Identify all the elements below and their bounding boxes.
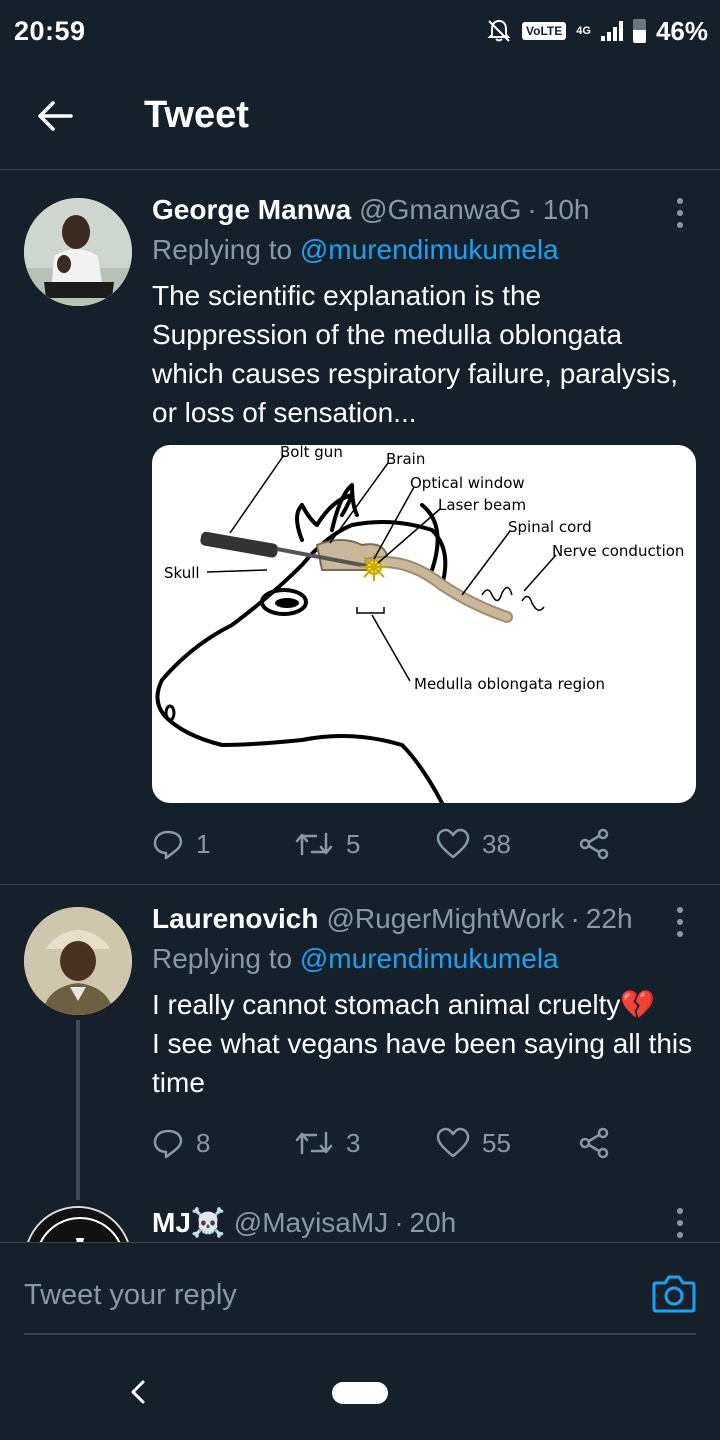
network-label: 4G (576, 25, 591, 37)
nav-back-icon (131, 1380, 145, 1404)
reply-input-underline (24, 1333, 696, 1335)
tweet-body: George Manwa @GmanwaG · 10h Replying to … (152, 194, 696, 432)
tweet-text-line: I see what vegans have been saying all t… (152, 1028, 693, 1098)
avatar[interactable] (24, 1206, 132, 1242)
tweet-body: MJ☠️ @MayisaMJ · 20h (152, 1206, 696, 1239)
reply-button[interactable]: 1 (152, 828, 294, 860)
back-button[interactable] (0, 62, 110, 170)
share-button[interactable] (578, 1127, 610, 1159)
separator: · (570, 903, 580, 934)
tweet-header: Laurenovich @RugerMightWork · 22h (152, 903, 696, 935)
author-name[interactable]: Laurenovich (152, 903, 318, 935)
replying-prefix: Replying to (152, 943, 293, 974)
replying-prefix: Replying to (152, 234, 293, 265)
tweet-header: MJ☠️ @MayisaMJ · 20h (152, 1206, 696, 1239)
avatar[interactable] (24, 907, 132, 1015)
tweet-text: The scientific explanation is the Suppre… (152, 280, 678, 428)
author-handle[interactable]: @RugerMightWork (326, 903, 564, 935)
avatar-photo (24, 198, 132, 306)
nav-home-pill[interactable] (332, 1382, 388, 1404)
like-button[interactable]: 38 (436, 828, 578, 860)
diagram-illustration: Bolt gun Brain Optical window Laser beam… (155, 445, 684, 803)
author-name[interactable]: MJ☠️ (152, 1206, 226, 1239)
like-count: 38 (482, 828, 511, 859)
tweet-actions: 1 5 38 (152, 824, 632, 864)
like-count: 55 (482, 1127, 511, 1158)
retweet-count: 5 (346, 828, 361, 859)
camera-icon (652, 1275, 696, 1313)
volte-badge: VoLTE (522, 22, 567, 40)
share-icon (579, 1127, 609, 1159)
author-handle[interactable]: @GmanwaG (359, 194, 521, 226)
reply-input[interactable]: Tweet your reply (24, 1279, 237, 1312)
label-medulla: Medulla oblongata region (414, 675, 605, 693)
camera-button[interactable] (652, 1273, 696, 1318)
top-app-bar: Tweet (0, 62, 720, 170)
like-button[interactable]: 55 (436, 1127, 578, 1159)
label-skull: Skull (164, 564, 200, 582)
tweet-time: 22h (585, 903, 633, 934)
tweet-time: 20h (409, 1207, 457, 1238)
mention-link[interactable]: @murendimukumela (300, 943, 559, 974)
retweet-count: 3 (346, 1127, 361, 1158)
mute-bell-icon (487, 19, 511, 42)
network-type: 4G (576, 25, 591, 37)
separator: · (394, 1207, 404, 1238)
label-bolt-gun: Bolt gun (280, 445, 343, 461)
retweet-icon (295, 832, 333, 856)
status-icons: VoLTE 4G 46% (486, 16, 708, 47)
mention-link[interactable]: @murendimukumela (300, 234, 559, 265)
separator: · (527, 194, 537, 225)
retweet-icon (295, 1131, 333, 1155)
replying-to: Replying to @murendimukumela (152, 234, 696, 266)
retweet-button[interactable]: 3 (294, 1127, 436, 1159)
replying-to: Replying to @murendimukumela (152, 943, 696, 975)
tweet-media-image[interactable]: Bolt gun Brain Optical window Laser beam… (152, 445, 696, 803)
tweet-actions: 8 3 55 (152, 1123, 632, 1163)
reply-button[interactable]: 8 (152, 1127, 294, 1159)
reply-icon (153, 830, 183, 860)
author-name[interactable]: George Manwa (152, 194, 351, 226)
label-spinal-cord: Spinal cord (508, 518, 592, 536)
reply-icon (153, 1129, 183, 1159)
label-nerve-conduction: Nerve conduction (552, 542, 684, 560)
tweet-time: 10h (542, 194, 590, 225)
page-title: Tweet (144, 94, 249, 136)
label-laser-beam: Laser beam (438, 496, 526, 514)
reply-composer: Tweet your reply (0, 1242, 720, 1352)
avatar[interactable] (24, 198, 132, 306)
back-arrow-icon (38, 100, 73, 131)
system-nav-bar (0, 1352, 720, 1440)
reply-count: 1 (196, 828, 211, 859)
tweet-header: George Manwa @GmanwaG · 10h (152, 194, 696, 226)
tweet-body: Laurenovich @RugerMightWork · 22h Replyi… (152, 903, 696, 1102)
avatar-photo (26, 1208, 130, 1242)
signal-icon (600, 21, 623, 41)
label-brain: Brain (386, 450, 425, 468)
status-bar: 20:59 VoLTE 4G 46% (0, 0, 720, 62)
nav-back-button[interactable] (128, 1378, 148, 1411)
tweet-text-line: I really cannot stomach animal cruelty💔 (152, 989, 656, 1020)
like-icon (436, 1127, 470, 1158)
tweet-mayisamj[interactable]: MJ☠️ @MayisaMJ · 20h (0, 1200, 720, 1242)
battery-icon (632, 19, 646, 43)
tweet-gmanwag[interactable]: George Manwa @GmanwaG · 10h Replying to … (0, 176, 720, 884)
tweet-text: I really cannot stomach animal cruelty💔 … (152, 985, 696, 1102)
share-button[interactable] (578, 828, 610, 860)
tweet-rugermightwork[interactable]: Laurenovich @RugerMightWork · 22h Replyi… (0, 885, 720, 1200)
battery-percent: 46% (655, 15, 708, 46)
label-optical-window: Optical window (410, 474, 525, 492)
retweet-button[interactable]: 5 (294, 828, 436, 860)
avatar-photo (24, 907, 132, 1015)
reply-count: 8 (196, 1127, 211, 1158)
status-time: 20:59 (14, 15, 86, 46)
share-icon (579, 828, 609, 860)
like-icon (436, 828, 470, 859)
author-handle[interactable]: @MayisaMJ (234, 1207, 388, 1239)
